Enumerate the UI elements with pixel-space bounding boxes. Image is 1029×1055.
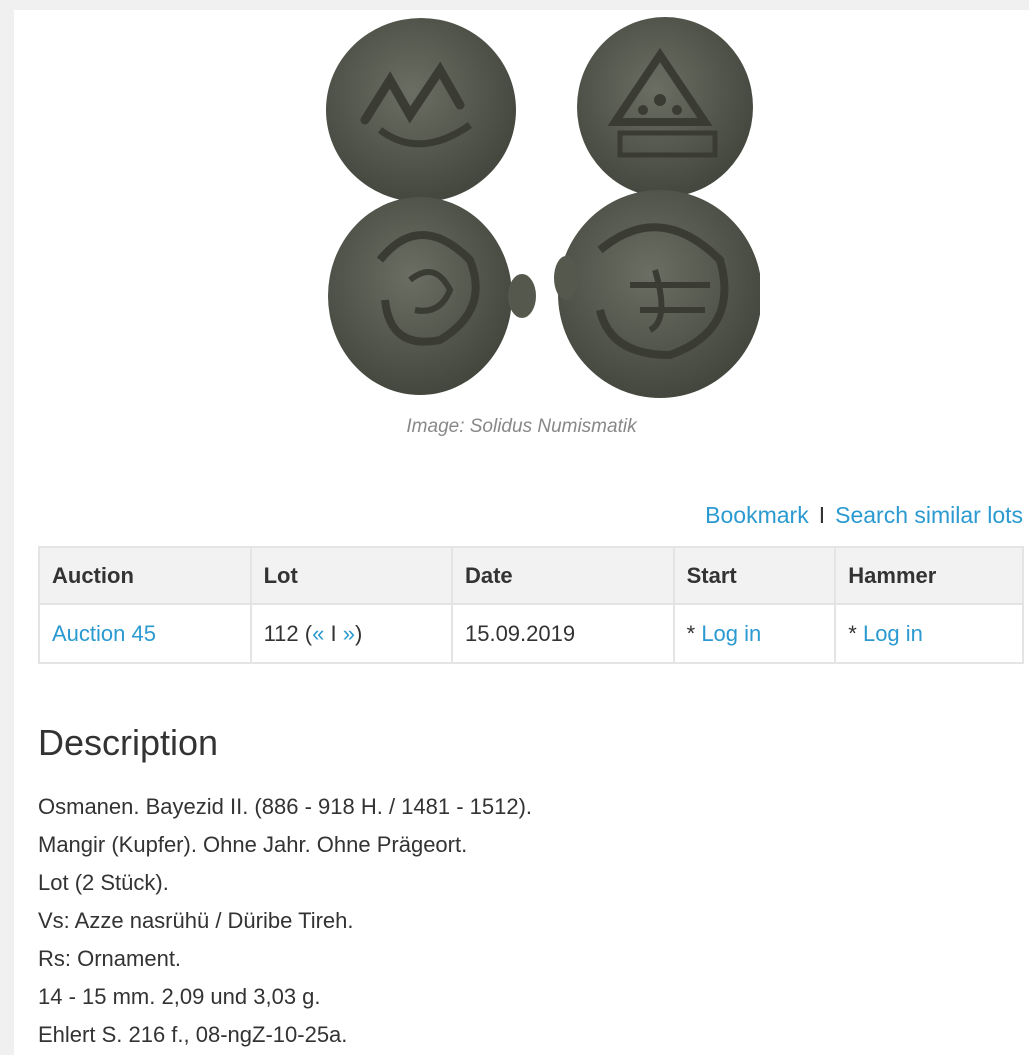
hammer-login-link[interactable]: Log in: [863, 621, 923, 646]
coin-photo: [326, 17, 762, 398]
column-header-date: Date: [450, 546, 675, 605]
description-line: Vs: Azze nasrühü / Düribe Tireh.: [38, 908, 354, 933]
lot-number: 112: [263, 620, 299, 646]
description-text: Osmanen. Bayezid II. (886 - 918 H. / 148…: [38, 788, 532, 1054]
lot-info-table: Auction Lot Date Start Hammer Auction 45…: [38, 546, 1024, 664]
coin-1-reverse: [328, 197, 536, 395]
actions-separator: I: [818, 502, 826, 528]
next-lot-link[interactable]: »: [343, 621, 355, 646]
previous-lot-link[interactable]: «: [312, 621, 324, 646]
auction-cell: Auction 45: [38, 603, 252, 664]
hammer-asterisk: *: [848, 620, 863, 646]
start-cell: * Log in: [672, 603, 837, 664]
lot-cell: 112 (« I »): [249, 603, 453, 664]
column-header-auction: Auction: [38, 546, 252, 605]
column-header-start: Start: [672, 546, 837, 605]
lot-close-paren: ): [354, 620, 363, 646]
image-caption: Image: Solidus Numismatik: [406, 416, 637, 437]
table-header-row: Auction Lot Date Start Hammer: [38, 546, 1024, 605]
lot-nav-separator: I: [324, 620, 343, 646]
start-asterisk: *: [686, 620, 702, 646]
coin-2-obverse: [577, 17, 753, 197]
lot-actions: Bookmark I Search similar lots: [705, 502, 1023, 529]
table-row: Auction 45 112 (« I ») 15.09.2019 * Log …: [38, 603, 1024, 664]
description-line: Mangir (Kupfer). Ohne Jahr. Ohne Prägeor…: [38, 832, 468, 857]
auction-link[interactable]: Auction 45: [52, 621, 156, 646]
coin-1-obverse: [326, 18, 516, 202]
description-line: Lot (2 Stück).: [38, 870, 169, 895]
description-line: Ehlert S. 216 f., 08-ngZ-10-25a.: [38, 1022, 348, 1047]
description-heading: Description: [38, 722, 219, 763]
page: Image: Solidus Numismatik Bookmark I Searc…: [14, 10, 1029, 1055]
lot-open-paren: (: [298, 620, 313, 646]
bookmark-link[interactable]: Bookmark: [705, 502, 809, 528]
search-similar-lots-link[interactable]: Search similar lots: [835, 502, 1023, 528]
description-line: 14 - 15 mm. 2,09 und 3,03 g.: [38, 984, 321, 1009]
coin-image[interactable]: [310, 10, 762, 400]
start-login-link[interactable]: Log in: [701, 621, 761, 646]
coin-2-reverse: [554, 190, 762, 398]
description-line: Osmanen. Bayezid II. (886 - 918 H. / 148…: [38, 794, 533, 819]
description-line: Rs: Ornament.: [38, 946, 182, 971]
date-cell: 15.09.2019: [450, 603, 675, 664]
column-header-lot: Lot: [249, 546, 453, 605]
hammer-cell: * Log in: [834, 603, 1024, 664]
column-header-hammer: Hammer: [834, 546, 1024, 605]
